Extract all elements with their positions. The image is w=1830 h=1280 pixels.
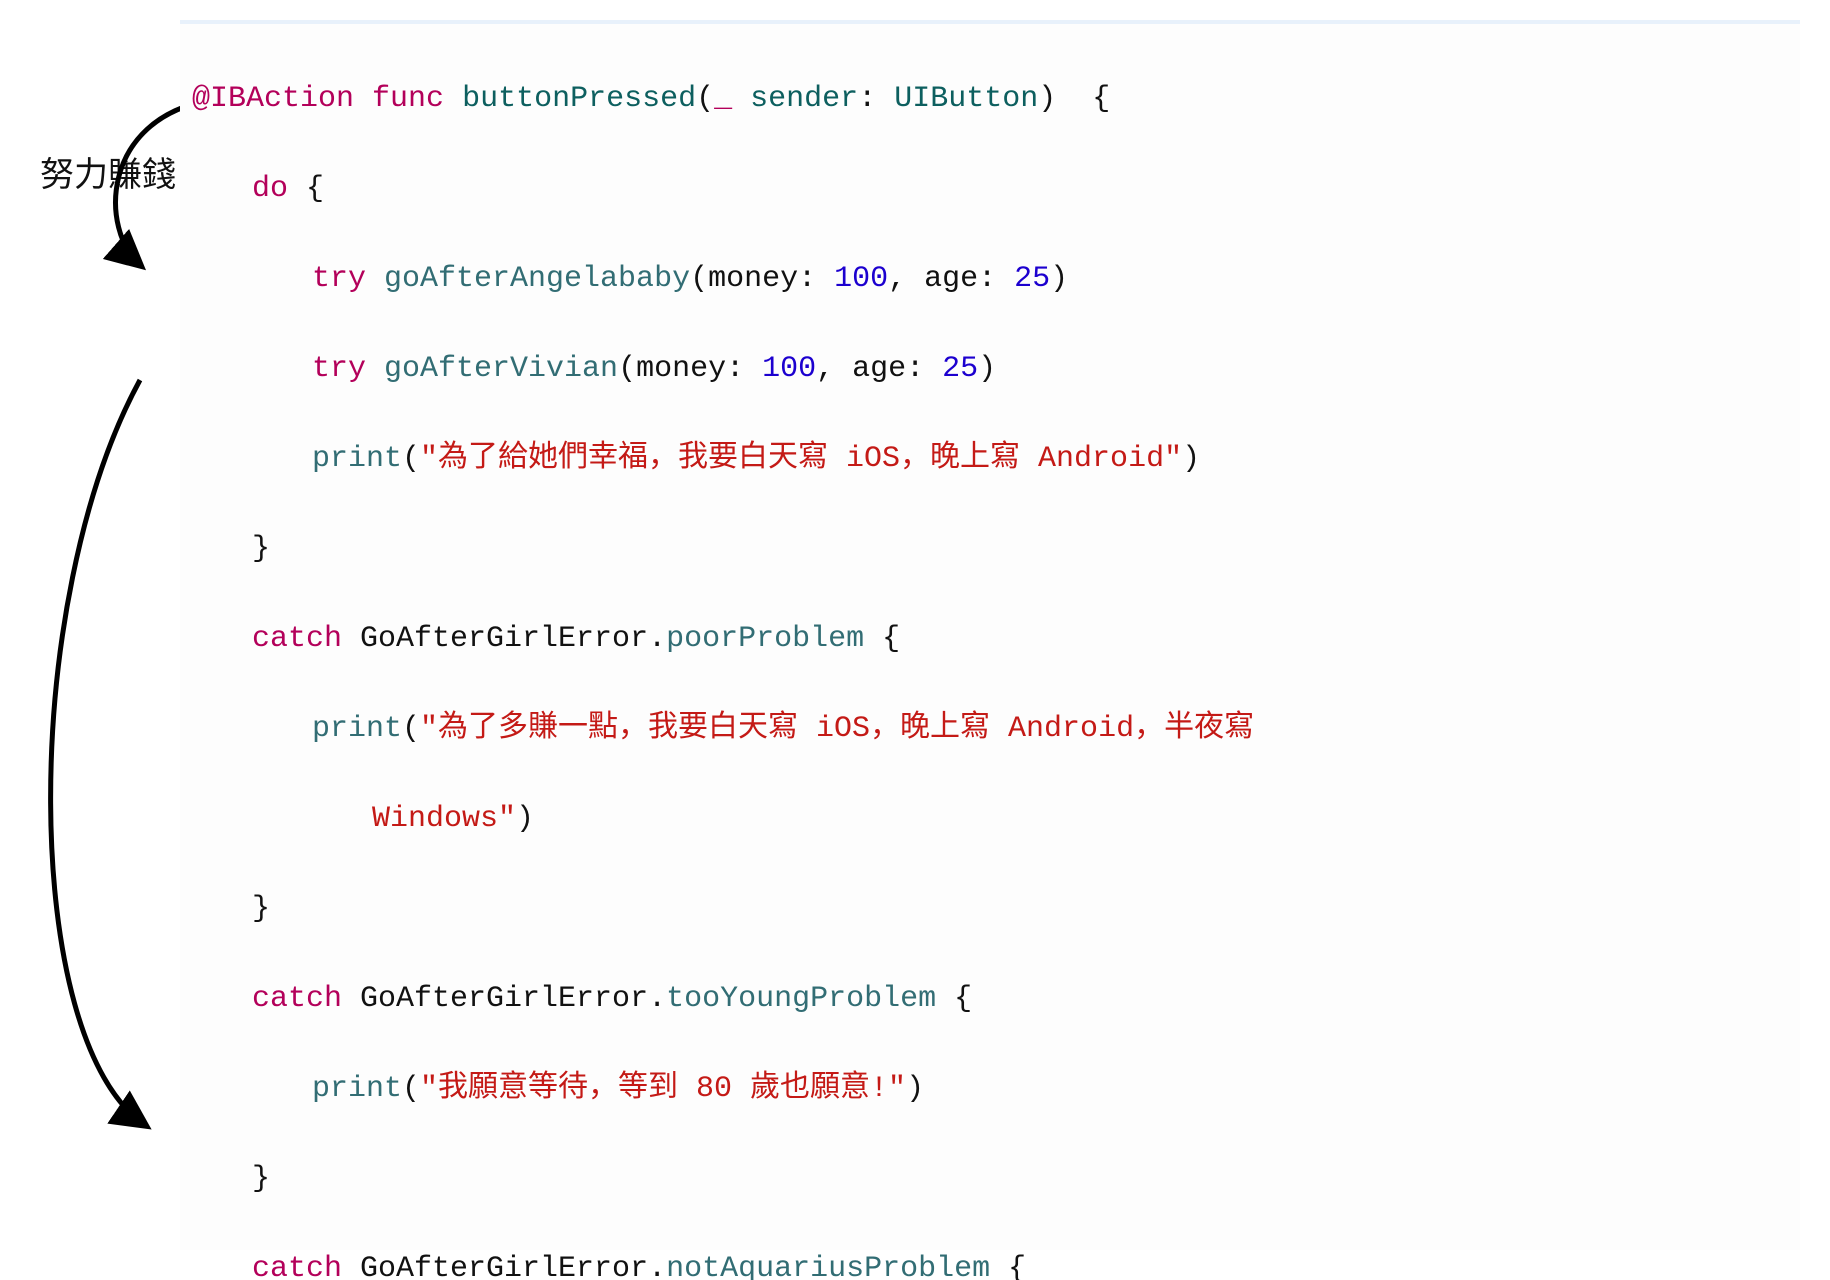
tok: catch — [252, 982, 342, 1016]
tok: { — [1056, 82, 1110, 116]
tok: print — [312, 1072, 402, 1106]
tok: 100 — [762, 352, 816, 386]
tok: { — [936, 982, 972, 1016]
tok: catch — [252, 1252, 342, 1280]
tok: "為了給她們幸福，我要白天寫 iOS，晚上寫 Android" — [420, 442, 1182, 476]
tok: func — [372, 82, 444, 116]
tok: 100 — [834, 262, 888, 296]
tok: ( — [402, 442, 420, 476]
code-line-6: } — [192, 527, 1794, 572]
tok: GoAfterGirlError — [342, 622, 648, 656]
tok: , age: — [816, 352, 942, 386]
code-line-12: print("我願意等待，等到 80 歲也願意!") — [192, 1067, 1794, 1112]
code-line-3: try goAfterAngelababy(money: 100, age: 2… — [192, 257, 1794, 302]
code-line-10: } — [192, 887, 1794, 932]
tok: , age: — [888, 262, 1014, 296]
tok: goAfterAngelababy — [366, 262, 690, 296]
tok: print — [312, 712, 402, 746]
tok: tooYoungProblem — [666, 982, 936, 1016]
tok: } — [252, 892, 270, 926]
code-line-1: @IBAction func buttonPressed(_ sender: U… — [192, 77, 1794, 122]
tok: } — [252, 1162, 270, 1196]
tok: buttonPressed — [462, 82, 696, 116]
tok: try — [312, 262, 366, 296]
code-line-14: catch GoAfterGirlError.notAquariusProble… — [192, 1247, 1794, 1280]
tok: { — [864, 622, 900, 656]
code-line-9: Windows") — [192, 797, 1794, 842]
code-line-2: do { — [192, 167, 1794, 212]
tok: goAfterVivian — [366, 352, 618, 386]
tok: 25 — [942, 352, 978, 386]
tok: ) — [1182, 442, 1200, 476]
code-line-8: print("為了多賺一點，我要白天寫 iOS，晚上寫 Android，半夜寫 — [192, 707, 1794, 752]
code-line-11: catch GoAfterGirlError.tooYoungProblem { — [192, 977, 1794, 1022]
tok: . — [648, 1252, 666, 1280]
tok: @IBAction — [192, 82, 354, 116]
tok: ( — [402, 1072, 420, 1106]
tok: ) — [1038, 82, 1056, 116]
tok: sender — [750, 82, 858, 116]
tok: do — [252, 172, 288, 206]
code-block: @IBAction func buttonPressed(_ sender: U… — [180, 20, 1800, 1250]
tok: _ — [714, 82, 732, 116]
tok: . — [648, 982, 666, 1016]
tok: ) — [906, 1072, 924, 1106]
tok: GoAfterGirlError — [342, 1252, 648, 1280]
code-line-7: catch GoAfterGirlError.poorProblem { — [192, 617, 1794, 662]
tok: { — [990, 1252, 1026, 1280]
tok: (money: — [618, 352, 762, 386]
tok: ( — [402, 712, 420, 746]
tok: notAquariusProblem — [666, 1252, 990, 1280]
tok: poorProblem — [666, 622, 864, 656]
tok: try — [312, 352, 366, 386]
tok: { — [288, 172, 324, 206]
code-line-5: print("為了給她們幸福，我要白天寫 iOS，晚上寫 Android") — [192, 437, 1794, 482]
tok: Windows" — [372, 802, 516, 836]
tok: UIButton — [894, 82, 1038, 116]
tok: ) — [978, 352, 996, 386]
tok: . — [648, 622, 666, 656]
tok: } — [252, 532, 270, 566]
tok: ) — [1050, 262, 1068, 296]
tok: : — [858, 82, 894, 116]
tok: 25 — [1014, 262, 1050, 296]
page: 努力賺錢！ @IBAction func buttonPressed(_ sen… — [0, 0, 1830, 1280]
tok: "為了多賺一點，我要白天寫 iOS，晚上寫 Android，半夜寫 — [420, 712, 1254, 746]
tok: "我願意等待，等到 80 歲也願意!" — [420, 1072, 906, 1106]
tok: ( — [696, 82, 714, 116]
code-line-4: try goAfterVivian(money: 100, age: 25) — [192, 347, 1794, 392]
code-line-13: } — [192, 1157, 1794, 1202]
tok: ) — [516, 802, 534, 836]
tok: catch — [252, 622, 342, 656]
tok: GoAfterGirlError — [342, 982, 648, 1016]
tok: print — [312, 442, 402, 476]
tok: (money: — [690, 262, 834, 296]
